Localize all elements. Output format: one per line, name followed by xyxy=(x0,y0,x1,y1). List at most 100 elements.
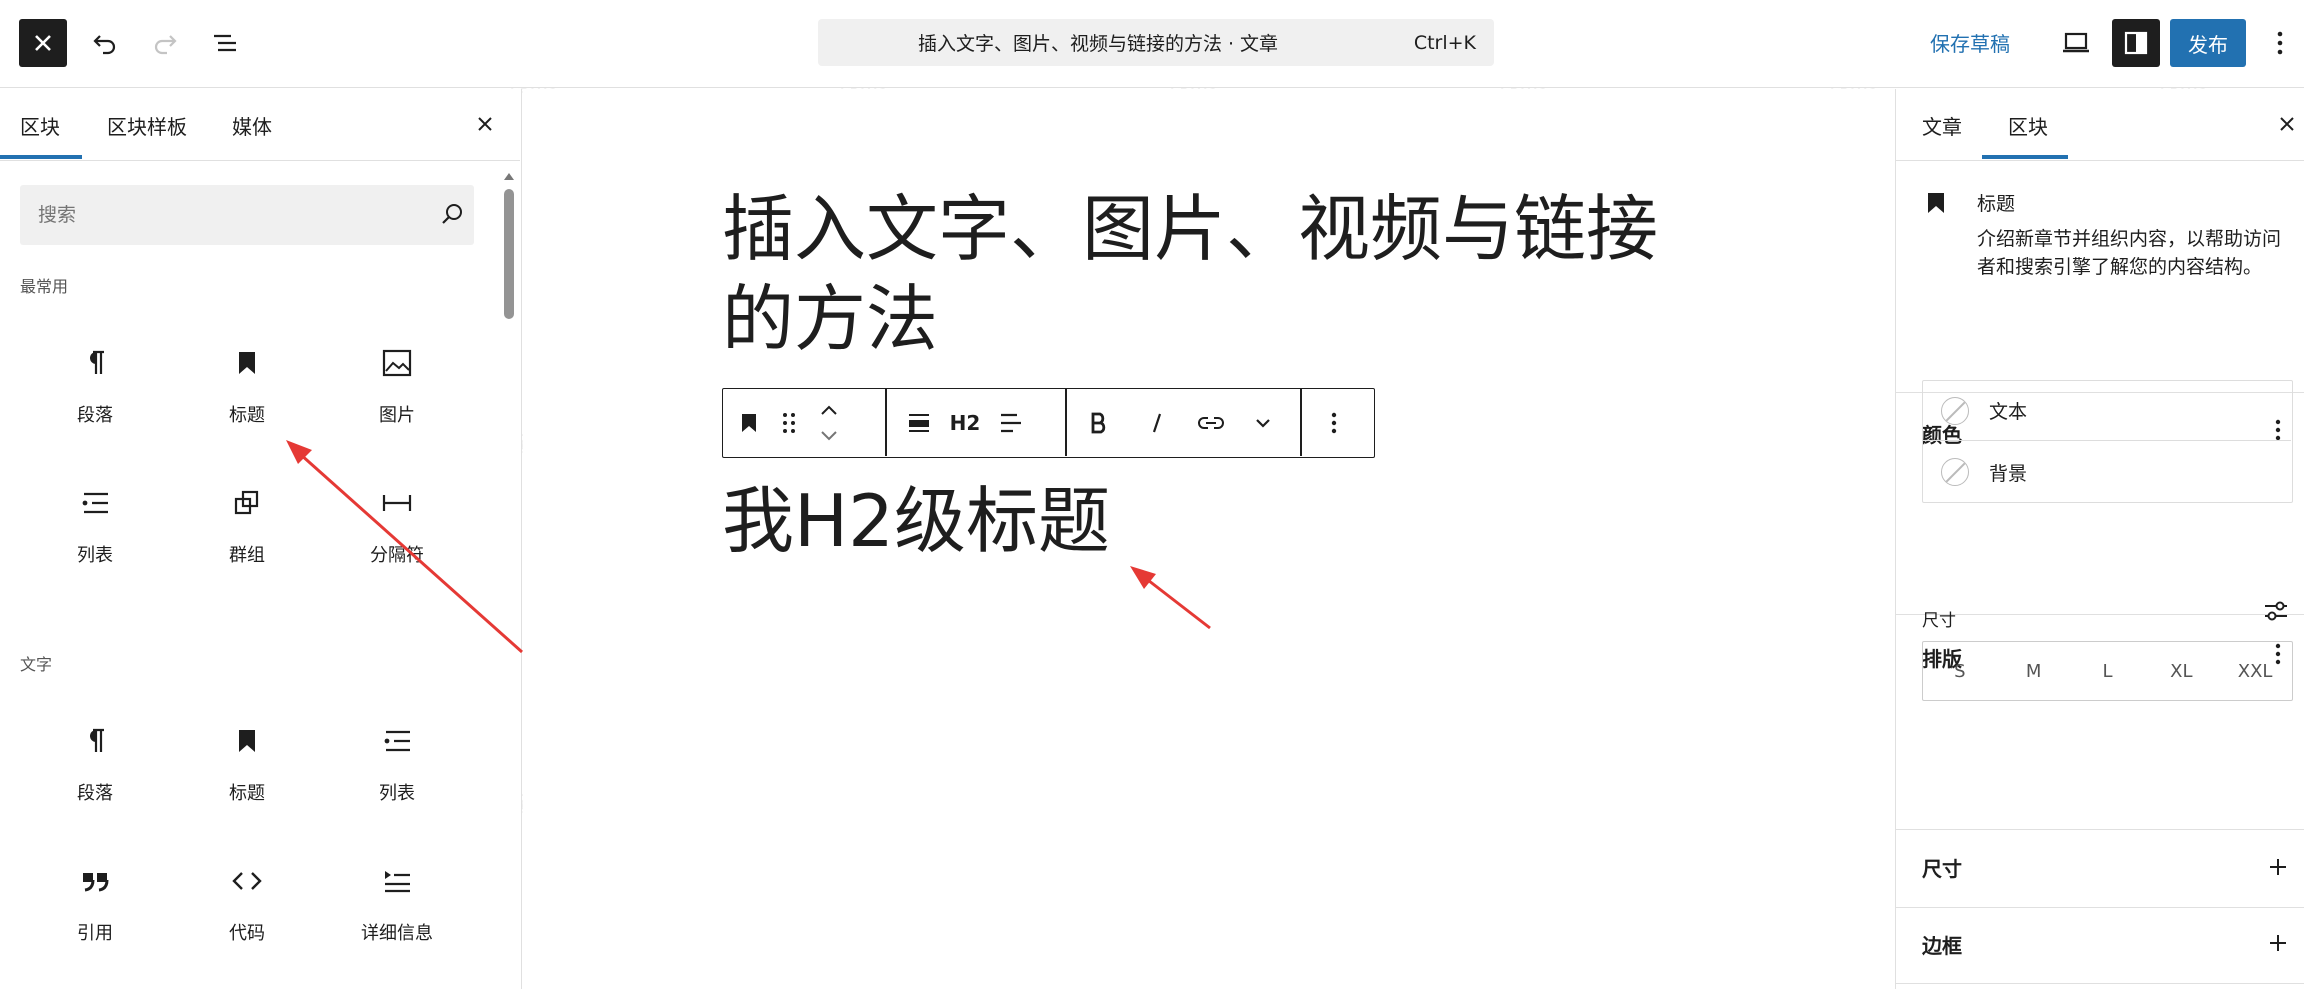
plus-icon xyxy=(2270,859,2286,875)
publish-button[interactable]: 发布 xyxy=(2170,19,2246,67)
block-list[interactable]: 列表 xyxy=(20,451,170,571)
document-overview-button[interactable] xyxy=(202,20,248,66)
undo-icon xyxy=(93,35,116,55)
font-size-option[interactable]: L xyxy=(2071,642,2145,700)
block-heading[interactable]: 标题 xyxy=(172,689,322,809)
post-title[interactable]: 插入文字、图片、视频与链接 的方法 xyxy=(722,184,1722,364)
active-tab-indicator xyxy=(1982,155,2068,159)
block-code[interactable]: 代码 xyxy=(172,829,322,949)
details-icon xyxy=(385,871,410,893)
block-image[interactable]: 图片 xyxy=(322,311,472,431)
tab-post[interactable]: 文章 xyxy=(1922,111,1962,140)
block-quote[interactable]: 引用 xyxy=(20,829,170,949)
block-heading[interactable]: 标题 xyxy=(172,311,322,431)
scrollbar-thumb[interactable] xyxy=(504,189,514,319)
save-draft-button[interactable]: 保存草稿 xyxy=(1930,28,2010,57)
search-input[interactable] xyxy=(20,185,420,245)
close-inserter-button[interactable] xyxy=(470,109,500,139)
block-label: 段落 xyxy=(77,405,113,426)
redo-button[interactable] xyxy=(142,20,188,66)
text-color-item[interactable]: 文本 xyxy=(1923,381,2291,441)
search-icon xyxy=(442,204,462,224)
tab-blocks[interactable]: 区块 xyxy=(20,111,60,140)
quote-icon xyxy=(83,873,109,892)
settings-toggle-button[interactable] xyxy=(2112,19,2160,67)
toolbar-divider xyxy=(1065,389,1067,456)
font-size-option[interactable]: XXL xyxy=(2218,642,2292,700)
heading-icon xyxy=(239,352,255,374)
more-vertical-icon xyxy=(2277,31,2283,55)
more-formatting-button[interactable] xyxy=(1243,389,1283,456)
toolbar-divider xyxy=(1300,389,1302,456)
move-up-down-buttons[interactable] xyxy=(809,389,849,456)
block-label: 分隔符 xyxy=(370,545,424,566)
color-swatch xyxy=(1941,396,1969,425)
block-label: 详细信息 xyxy=(361,923,433,944)
add-border-button[interactable] xyxy=(2263,928,2293,958)
settings-sliders-icon[interactable] xyxy=(2262,599,2290,623)
block-separator[interactable]: 分隔符 xyxy=(322,451,472,571)
desktop-preview-icon xyxy=(2063,32,2089,53)
dimensions-panel-title: 尺寸 xyxy=(1922,857,1962,881)
block-paragraph[interactable]: 段落 xyxy=(20,689,170,809)
paragraph-icon xyxy=(90,728,104,752)
block-list[interactable]: 列表 xyxy=(322,689,472,809)
chevron-down-icon xyxy=(1256,418,1270,428)
close-settings-button[interactable] xyxy=(2272,109,2302,139)
italic-button[interactable] xyxy=(1137,389,1177,456)
more-vertical-icon xyxy=(1331,412,1337,433)
font-size-option[interactable]: M xyxy=(1997,642,2071,700)
add-dimensions-button[interactable] xyxy=(2263,852,2293,882)
block-toolbar: H2 xyxy=(722,388,1375,458)
bold-button[interactable] xyxy=(1079,389,1119,456)
inserter-scrollbar[interactable] xyxy=(502,165,516,989)
heading-level-button[interactable]: H2 xyxy=(939,389,991,456)
post-title-line: 的方法 xyxy=(722,277,939,361)
list-icon xyxy=(82,492,108,514)
block-inserter-panel: 区块 区块样板 媒体 最常用 段落 标题 图片 列表 群组 分隔符 文字 xyxy=(0,89,522,989)
tab-patterns[interactable]: 区块样板 xyxy=(107,111,187,140)
block-label: 群组 xyxy=(229,545,265,566)
block-details[interactable]: 详细信息 xyxy=(322,829,472,949)
options-menu-button[interactable] xyxy=(2262,20,2298,66)
list-icon xyxy=(384,730,410,752)
block-label: 列表 xyxy=(77,545,113,566)
tab-media[interactable]: 媒体 xyxy=(232,111,272,140)
block-type-button[interactable] xyxy=(729,389,769,456)
block-options-button[interactable] xyxy=(1314,389,1354,456)
drag-icon xyxy=(783,412,795,433)
code-icon xyxy=(232,872,262,890)
sidebar-icon xyxy=(2124,31,2148,55)
heading-block[interactable]: 我H2级标题 xyxy=(722,476,1110,566)
inserter-tabs: 区块 区块样板 媒体 xyxy=(0,89,520,161)
font-size-label: 尺寸 xyxy=(1922,611,1956,631)
font-size-picker: S M L XL XXL xyxy=(1922,641,2293,701)
preview-button[interactable] xyxy=(2053,20,2099,66)
link-button[interactable] xyxy=(1191,389,1231,456)
color-item-label: 文本 xyxy=(1989,401,2028,423)
command-palette-bar[interactable]: 插入文字、图片、视频与链接的方法 · 文章 Ctrl+K xyxy=(818,19,1494,66)
bold-icon xyxy=(1091,412,1106,433)
dimensions-panel[interactable]: 尺寸 xyxy=(1896,830,2304,908)
background-color-item[interactable]: 背景 xyxy=(1923,442,2291,502)
undo-button[interactable] xyxy=(82,20,128,66)
heading-icon xyxy=(742,413,756,432)
block-search xyxy=(20,185,474,245)
scroll-up-icon xyxy=(504,173,514,180)
close-icon xyxy=(35,35,51,51)
align-button[interactable] xyxy=(899,389,939,456)
drag-handle[interactable] xyxy=(769,389,809,456)
text-align-button[interactable] xyxy=(991,389,1031,456)
font-size-option[interactable]: S xyxy=(1923,642,1997,700)
font-size-option[interactable]: XL xyxy=(2144,642,2218,700)
block-paragraph[interactable]: 段落 xyxy=(20,311,170,431)
block-label: 引用 xyxy=(77,923,113,944)
close-editor-button[interactable] xyxy=(19,19,67,67)
italic-icon xyxy=(1152,413,1162,432)
border-panel[interactable]: 边框 xyxy=(1896,908,2304,984)
color-swatch xyxy=(1941,458,1969,486)
block-group[interactable]: 群组 xyxy=(172,451,322,571)
block-label: 标题 xyxy=(229,783,265,804)
advanced-panel[interactable]: 高级 xyxy=(1896,984,2304,989)
tab-block[interactable]: 区块 xyxy=(2008,111,2048,140)
